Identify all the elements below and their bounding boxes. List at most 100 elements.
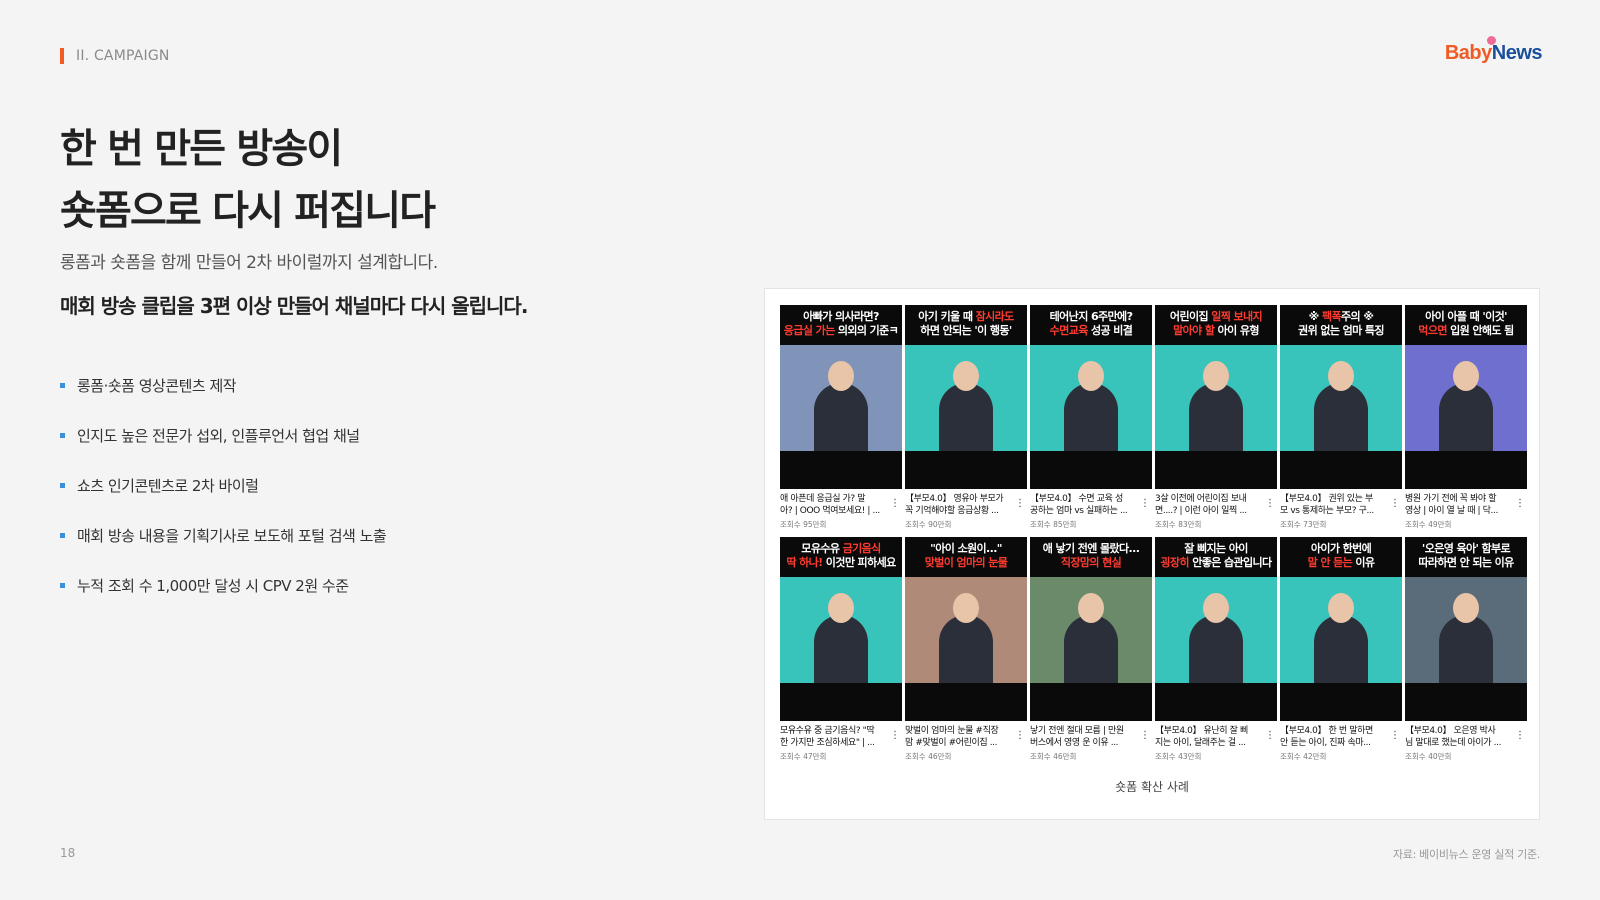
video-thumbnail[interactable]: 아기 키울 때 잠시라도 하면 안되는 '이 행동' bbox=[905, 305, 1027, 489]
subtitle-strip bbox=[1155, 451, 1277, 489]
speaker-figure bbox=[939, 383, 993, 451]
short-video-card[interactable]: 아이가 한번에 말 안 듣는 이유 【부모4.0】 한 번 말하면 안 듣는 아이, … bbox=[1280, 537, 1402, 761]
video-thumbnail[interactable]: 테어난지 6주만에? 수면교육 성공 비결 bbox=[1030, 305, 1152, 489]
more-options-icon[interactable]: ⋮ bbox=[1140, 731, 1150, 741]
speaker-figure bbox=[1439, 383, 1493, 451]
video-title[interactable]: 【부모4.0】 권위 있는 부모 vs 통제하는 부모? 구... bbox=[1280, 493, 1386, 517]
thumbnail-scene bbox=[1030, 577, 1152, 683]
short-video-card[interactable]: "아이 소원이..." 맞벌이 엄마의 눈물 맞벌이 엄마의 눈물 #직장 맘 #맞벌… bbox=[905, 537, 1027, 761]
video-meta: 【부모4.0】 영유아 부모가 꼭 기억해야할 응급상황 ... 조회수 90만회 ⋮ bbox=[905, 489, 1027, 529]
view-count: 조회수 43만회 bbox=[1155, 752, 1202, 761]
speaker-figure bbox=[1064, 615, 1118, 683]
more-options-icon[interactable]: ⋮ bbox=[1265, 731, 1275, 741]
thumbnail-scene bbox=[1030, 345, 1152, 451]
more-options-icon[interactable]: ⋮ bbox=[1515, 499, 1525, 509]
babynews-logo: BabyNews bbox=[1445, 36, 1543, 65]
short-video-card[interactable]: 테어난지 6주만에? 수면교육 성공 비결 【부모4.0】 수면 교육 성 공하는 엄… bbox=[1030, 305, 1152, 529]
video-thumbnail[interactable]: 잘 삐지는 아이 굉장히 안좋은 습관입니다 bbox=[1155, 537, 1277, 721]
thumbnail-title: 어린이집 일찍 보내지 말아야 할 아이 유형 bbox=[1155, 305, 1277, 345]
speaker-figure bbox=[814, 615, 868, 683]
speaker-figure bbox=[1064, 383, 1118, 451]
speaker-head bbox=[1203, 593, 1229, 623]
video-title[interactable]: 【부모4.0】 영유아 부모가 꼭 기억해야할 응급상황 ... bbox=[905, 493, 1011, 517]
video-title[interactable]: 【부모4.0】 한 번 말하면 안 듣는 아이, 진짜 속마... bbox=[1280, 725, 1386, 749]
video-thumbnail[interactable]: 어린이집 일찍 보내지 말아야 할 아이 유형 bbox=[1155, 305, 1277, 489]
video-title[interactable]: 3살 이전에 어린이집 보내 면....? | 이런 아이 일찍 ... bbox=[1155, 493, 1261, 517]
bullet-icon bbox=[60, 582, 65, 588]
feature-item: 인지도 높은 전문가 섭외, 인플루언서 협업 채널 bbox=[60, 410, 386, 460]
video-title[interactable]: 모유수유 중 금기음식? "딱 한 가지만 조심하세요" | ... bbox=[780, 725, 886, 749]
view-count: 조회수 95만회 bbox=[780, 520, 827, 529]
thumbnail-title: ※ 팩폭주의 ※ 권위 없는 엄마 특징 bbox=[1280, 305, 1402, 345]
feature-item: 롱폼·숏폼 영상콘텐츠 제작 bbox=[60, 360, 386, 410]
speaker-head bbox=[1328, 593, 1354, 623]
headline: 한 번 만든 방송이 숏폼으로 다시 퍼집니다 bbox=[60, 118, 436, 242]
video-thumbnail[interactable]: 아이 아플 때 '이것' 먹으면 입원 안해도 됨 bbox=[1405, 305, 1527, 489]
thumbnail-scene bbox=[780, 345, 902, 451]
section-accent-bar bbox=[60, 48, 64, 64]
video-meta: 낳기 전엔 절대 모름 | 만원 버스에서 영영 운 이유 ... 조회수 46만회… bbox=[1030, 721, 1152, 761]
thumbnail-title: 아기 키울 때 잠시라도 하면 안되는 '이 행동' bbox=[905, 305, 1027, 345]
feature-item: 쇼츠 인기콘텐츠로 2차 바이럴 bbox=[60, 460, 386, 510]
video-title[interactable]: 【부모4.0】 수면 교육 성 공하는 엄마 vs 실패하는 ... bbox=[1030, 493, 1136, 517]
subtitle-strip bbox=[780, 683, 902, 721]
more-options-icon[interactable]: ⋮ bbox=[1515, 731, 1525, 741]
thumbnail-scene bbox=[1280, 345, 1402, 451]
view-count: 조회수 46만회 bbox=[905, 752, 952, 761]
thumbnail-title: 테어난지 6주만에? 수면교육 성공 비결 bbox=[1030, 305, 1152, 345]
short-video-card[interactable]: 아빠가 의사라면? 응급실 가는 의외의 기준ㅋ 애 아픈데 응급실 가? 말 아? … bbox=[780, 305, 902, 529]
short-video-card[interactable]: 애 낳기 전엔 몰랐다... 직장맘의 현실낳기 전엔 절대 모름 | 만원 버스에… bbox=[1030, 537, 1152, 761]
short-video-card[interactable]: 아기 키울 때 잠시라도 하면 안되는 '이 행동' 【부모4.0】 영유아 부모가… bbox=[905, 305, 1027, 529]
bullet-icon bbox=[60, 532, 65, 538]
short-video-card[interactable]: ※ 팩폭주의 ※ 권위 없는 엄마 특징 【부모4.0】 권위 있는 부모 vs 통… bbox=[1280, 305, 1402, 529]
subtitle-strip bbox=[1405, 451, 1527, 489]
video-thumbnail[interactable]: "아이 소원이..." 맞벌이 엄마의 눈물 bbox=[905, 537, 1027, 721]
view-count: 조회수 49만회 bbox=[1405, 520, 1452, 529]
thumbnail-scene bbox=[1405, 577, 1527, 683]
more-options-icon[interactable]: ⋮ bbox=[1015, 499, 1025, 509]
video-meta: 맞벌이 엄마의 눈물 #직장 맘 #맞벌이 #어린이집 ... 조회수 46만회 ⋮ bbox=[905, 721, 1027, 761]
bullet-icon bbox=[60, 382, 65, 388]
short-video-card[interactable]: 모유수유 금기음식 딱 하나! 이것만 피하세요모유수유 중 금기음식? "딱 한 … bbox=[780, 537, 902, 761]
video-title[interactable]: 병원 가기 전에 꼭 봐야 할 영상 | 아이 열 날 때 | 닥... bbox=[1405, 493, 1511, 517]
thumbnail-title: 애 낳기 전엔 몰랐다... 직장맘의 현실 bbox=[1030, 537, 1152, 577]
short-video-card[interactable]: '오은영 육아' 함부로 따라하면 안 되는 이유 【부모4.0】 오은영 박사 님 … bbox=[1405, 537, 1527, 761]
video-thumbnail[interactable]: 애 낳기 전엔 몰랐다... 직장맘의 현실 bbox=[1030, 537, 1152, 721]
speaker-head bbox=[828, 593, 854, 623]
more-options-icon[interactable]: ⋮ bbox=[1015, 731, 1025, 741]
more-options-icon[interactable]: ⋮ bbox=[1265, 499, 1275, 509]
more-options-icon[interactable]: ⋮ bbox=[890, 731, 900, 741]
video-thumbnail[interactable]: 모유수유 금기음식 딱 하나! 이것만 피하세요 bbox=[780, 537, 902, 721]
short-video-card[interactable]: 잘 삐지는 아이 굉장히 안좋은 습관입니다 【부모4.0】 유난히 잘 삐 지는 아… bbox=[1155, 537, 1277, 761]
video-title[interactable]: 맞벌이 엄마의 눈물 #직장 맘 #맞벌이 #어린이집 ... bbox=[905, 725, 1011, 749]
video-thumbnail[interactable]: 아빠가 의사라면? 응급실 가는 의외의 기준ㅋ bbox=[780, 305, 902, 489]
speaker-head bbox=[1453, 361, 1479, 391]
speaker-figure bbox=[1314, 615, 1368, 683]
more-options-icon[interactable]: ⋮ bbox=[1390, 731, 1400, 741]
thumbnail-title: 아이가 한번에 말 안 듣는 이유 bbox=[1280, 537, 1402, 577]
more-options-icon[interactable]: ⋮ bbox=[1140, 499, 1150, 509]
thumbnail-scene bbox=[1155, 345, 1277, 451]
subtitle-strip bbox=[1280, 451, 1402, 489]
headline-line-2: 숏폼으로 다시 퍼집니다 bbox=[60, 188, 436, 234]
thumbnail-scene bbox=[780, 577, 902, 683]
speaker-head bbox=[1078, 361, 1104, 391]
video-thumbnail[interactable]: 아이가 한번에 말 안 듣는 이유 bbox=[1280, 537, 1402, 721]
bullet-icon bbox=[60, 432, 65, 438]
subtitle-strip bbox=[1155, 683, 1277, 721]
more-options-icon[interactable]: ⋮ bbox=[890, 499, 900, 509]
video-thumbnail[interactable]: '오은영 육아' 함부로 따라하면 안 되는 이유 bbox=[1405, 537, 1527, 721]
short-video-card[interactable]: 어린이집 일찍 보내지 말아야 할 아이 유형 3살 이전에 어린이집 보내 면...… bbox=[1155, 305, 1277, 529]
thumbnail-title: '오은영 육아' 함부로 따라하면 안 되는 이유 bbox=[1405, 537, 1527, 577]
video-meta: 【부모4.0】 유난히 잘 삐 지는 아이, 달래주는 걸 ... 조회수 43만회… bbox=[1155, 721, 1277, 761]
speaker-head bbox=[953, 593, 979, 623]
video-title[interactable]: 【부모4.0】 유난히 잘 삐 지는 아이, 달래주는 걸 ... bbox=[1155, 725, 1261, 749]
video-title[interactable]: 낳기 전엔 절대 모름 | 만원 버스에서 영영 운 이유 ... bbox=[1030, 725, 1136, 749]
video-thumbnail[interactable]: ※ 팩폭주의 ※ 권위 없는 엄마 특징 bbox=[1280, 305, 1402, 489]
section-label: II. CAMPAIGN bbox=[76, 48, 170, 64]
video-title[interactable]: 애 아픈데 응급실 가? 말 아? | OOO 먹여보세요! | ... bbox=[780, 493, 886, 517]
more-options-icon[interactable]: ⋮ bbox=[1390, 499, 1400, 509]
short-video-card[interactable]: 아이 아플 때 '이것' 먹으면 입원 안해도 됨병원 가기 전에 꼭 봐야 할영… bbox=[1405, 305, 1527, 529]
thumbnail-title: 아이 아플 때 '이것' 먹으면 입원 안해도 됨 bbox=[1405, 305, 1527, 345]
video-title[interactable]: 【부모4.0】 오은영 박사 님 말대로 했는데 아이가 ... bbox=[1405, 725, 1511, 749]
